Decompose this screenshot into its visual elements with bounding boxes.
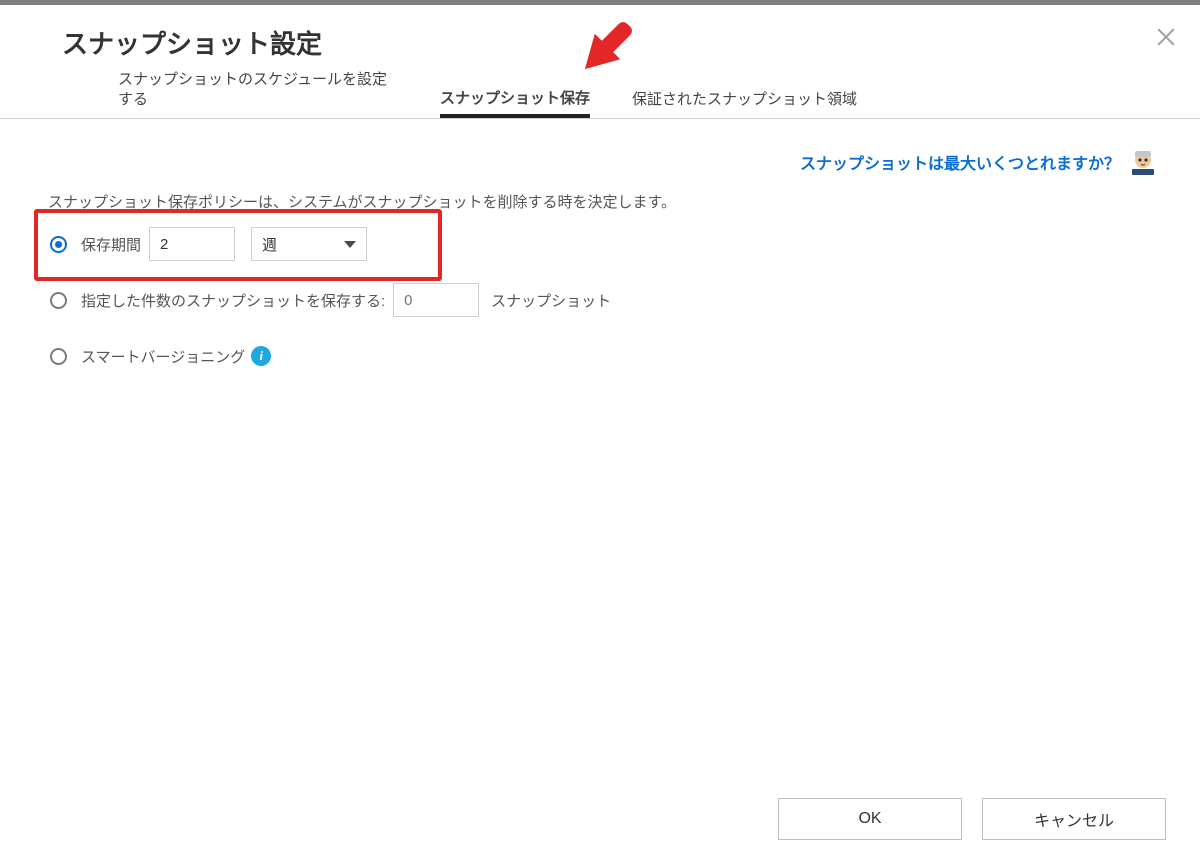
- dialog-title: スナップショット設定: [0, 0, 1200, 75]
- option-keep-for: 保存期間 週: [50, 226, 1158, 262]
- window-chrome-edge: [0, 0, 1200, 5]
- tab-schedule[interactable]: スナップショットのスケジュールを設定する: [118, 70, 398, 119]
- radio-keep-count[interactable]: [50, 292, 67, 309]
- tab-content: スナップショットは最大いくつとれますか？ スナップショット保存ポリシーは、システ…: [0, 119, 1200, 374]
- keep-count-suffix: スナップショット: [491, 290, 611, 311]
- assistant-icon[interactable]: [1128, 147, 1158, 177]
- keep-for-value-input[interactable]: [149, 227, 235, 261]
- option-smart-versioning: スマートバージョニング i: [50, 338, 1158, 374]
- tab-retention[interactable]: スナップショット保存: [440, 89, 590, 118]
- keep-for-label: 保存期間: [81, 234, 141, 255]
- radio-smart-versioning[interactable]: [50, 348, 67, 365]
- tab-reserved-space[interactable]: 保証されたスナップショット領域: [632, 90, 857, 118]
- ok-button[interactable]: OK: [778, 798, 962, 840]
- keep-for-unit-select[interactable]: 週: [251, 227, 367, 261]
- close-icon[interactable]: [1154, 26, 1178, 50]
- tabs-bar: スナップショットのスケジュールを設定する スナップショット保存 保証されたスナッ…: [0, 75, 1200, 119]
- option-keep-count: 指定した件数のスナップショットを保存する: スナップショット: [50, 282, 1158, 318]
- keep-count-label: 指定した件数のスナップショットを保存する:: [81, 290, 385, 311]
- radio-keep-for[interactable]: [50, 236, 67, 253]
- help-row: スナップショットは最大いくつとれますか？: [42, 147, 1158, 177]
- keep-count-input[interactable]: [393, 283, 479, 317]
- info-icon[interactable]: i: [251, 346, 271, 366]
- keep-for-unit-value: 週: [262, 234, 277, 255]
- policy-description: スナップショット保存ポリシーは、システムがスナップショットを削除する時を決定しま…: [48, 191, 1158, 212]
- cancel-button[interactable]: キャンセル: [982, 798, 1166, 840]
- help-link[interactable]: スナップショットは最大いくつとれますか？: [800, 150, 1120, 174]
- smart-versioning-label: スマートバージョニング: [81, 346, 245, 367]
- dialog-footer: OK キャンセル: [0, 776, 1200, 866]
- chevron-down-icon: [344, 241, 356, 248]
- snapshot-settings-dialog: スナップショット設定 スナップショットのスケジュールを設定する スナップショット…: [0, 0, 1200, 866]
